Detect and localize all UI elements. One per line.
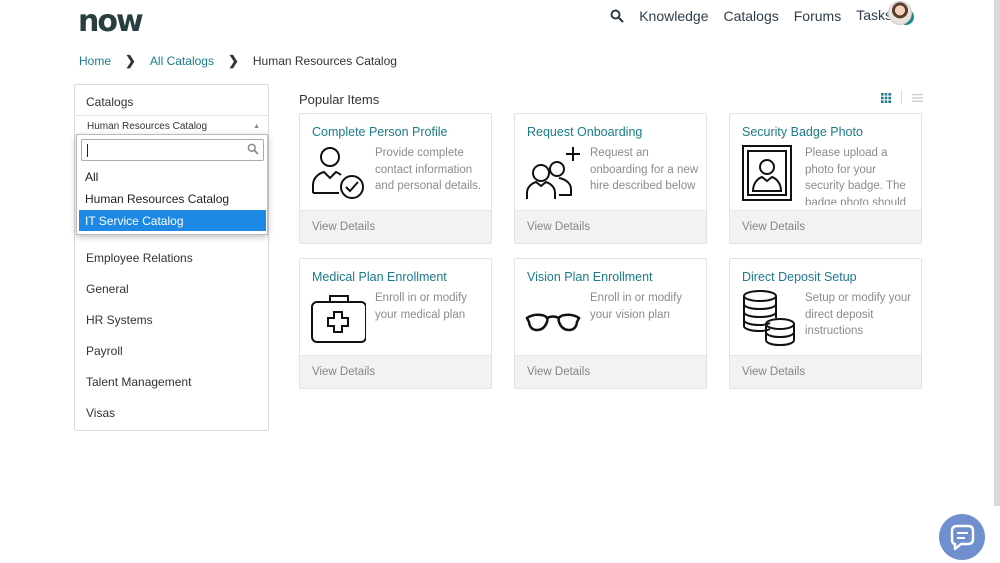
nav-forums[interactable]: Forums bbox=[794, 8, 841, 24]
list-view-icon[interactable] bbox=[912, 93, 923, 103]
category-item[interactable]: Talent Management bbox=[86, 375, 193, 406]
servicenow-logo[interactable]: now bbox=[78, 4, 144, 39]
card-title[interactable]: Vision Plan Enrollment bbox=[527, 270, 653, 284]
search-icon[interactable] bbox=[610, 9, 624, 23]
glasses-icon bbox=[525, 313, 581, 332]
category-item[interactable]: Payroll bbox=[86, 344, 193, 375]
add-people-icon bbox=[526, 147, 580, 199]
dropdown-option-all[interactable]: All bbox=[79, 166, 266, 187]
view-details-button[interactable]: View Details bbox=[300, 355, 491, 388]
catalog-item-card[interactable]: Medical Plan Enrollment Enroll in or mod… bbox=[299, 258, 492, 389]
catalog-item-card[interactable]: Direct Deposit Setup Setup or modify you… bbox=[729, 258, 922, 389]
catalog-dropdown: All Human Resources Catalog IT Service C… bbox=[76, 134, 268, 235]
breadcrumb-all-catalogs[interactable]: All Catalogs bbox=[150, 54, 214, 68]
person-check-icon bbox=[312, 147, 364, 199]
card-title[interactable]: Complete Person Profile bbox=[312, 125, 447, 139]
sidebar-title: Catalogs bbox=[86, 95, 134, 109]
card-description: Please upload a photo for your security … bbox=[805, 147, 907, 205]
card-title[interactable]: Request Onboarding bbox=[527, 125, 642, 139]
portrait-frame-icon bbox=[742, 145, 792, 201]
card-description: Enroll in or modify your medical plan bbox=[375, 292, 468, 321]
card-description: Setup or modify your direct deposit inst… bbox=[805, 292, 912, 337]
category-item[interactable]: Employee Relations bbox=[86, 251, 193, 282]
card-title[interactable]: Direct Deposit Setup bbox=[742, 270, 857, 284]
chevron-right-icon: ❯ bbox=[227, 53, 239, 68]
view-details-button[interactable]: View Details bbox=[730, 210, 921, 243]
card-description: Enroll in or modify your vision plan bbox=[590, 292, 683, 321]
nav-tasks-label: Tasks bbox=[856, 7, 892, 23]
search-icon bbox=[247, 143, 259, 155]
view-details-button[interactable]: View Details bbox=[515, 210, 706, 243]
view-toggle-divider bbox=[901, 90, 902, 104]
nav-knowledge[interactable]: Knowledge bbox=[639, 8, 708, 24]
category-list: Employee Relations General HR Systems Pa… bbox=[86, 251, 193, 437]
view-details-button[interactable]: View Details bbox=[730, 355, 921, 388]
medical-kit-icon bbox=[311, 295, 366, 343]
catalog-item-card[interactable]: Complete Person Profile Provide complete… bbox=[299, 113, 492, 244]
card-title[interactable]: Security Badge Photo bbox=[742, 125, 863, 139]
view-details-button[interactable]: View Details bbox=[515, 355, 706, 388]
dropdown-option-hr[interactable]: Human Resources Catalog bbox=[79, 188, 266, 209]
breadcrumb: Home ❯ All Catalogs ❯ Human Resources Ca… bbox=[79, 53, 397, 69]
card-description: Request an onboarding for a new hire des… bbox=[590, 147, 699, 192]
page-scrollbar[interactable] bbox=[994, 0, 1000, 506]
category-item[interactable]: Visas bbox=[86, 406, 193, 437]
top-navigation: Knowledge Catalogs Forums Tasks4 bbox=[610, 6, 914, 26]
catalog-item-card[interactable]: Request Onboarding Request an onboarding… bbox=[514, 113, 707, 244]
card-description: Provide complete contact information and… bbox=[375, 147, 482, 192]
category-item[interactable]: General bbox=[86, 282, 193, 313]
breadcrumb-home[interactable]: Home bbox=[79, 54, 111, 68]
breadcrumb-current: Human Resources Catalog bbox=[252, 54, 397, 68]
chevron-right-icon: ❯ bbox=[125, 53, 136, 68]
user-avatar[interactable] bbox=[888, 1, 912, 25]
catalog-select-value: Human Resources Catalog bbox=[87, 121, 208, 132]
coins-icon bbox=[743, 290, 795, 346]
section-title: Popular Items bbox=[299, 92, 380, 107]
grid-view-icon[interactable] bbox=[881, 93, 891, 103]
caret-up-icon: ▲ bbox=[253, 123, 260, 130]
dropdown-search-input[interactable] bbox=[81, 139, 264, 161]
dropdown-option-it[interactable]: IT Service Catalog bbox=[79, 210, 266, 231]
text-cursor bbox=[87, 144, 88, 157]
view-details-button[interactable]: View Details bbox=[300, 210, 491, 243]
chat-bubble-icon bbox=[950, 524, 975, 551]
nav-catalogs[interactable]: Catalogs bbox=[723, 8, 778, 24]
catalog-item-card[interactable]: Security Badge Photo Please upload a pho… bbox=[729, 113, 922, 244]
card-title[interactable]: Medical Plan Enrollment bbox=[312, 270, 447, 284]
category-item[interactable]: HR Systems bbox=[86, 313, 193, 344]
chat-button[interactable] bbox=[939, 514, 985, 560]
catalog-item-card[interactable]: Vision Plan Enrollment Enroll in or modi… bbox=[514, 258, 707, 389]
